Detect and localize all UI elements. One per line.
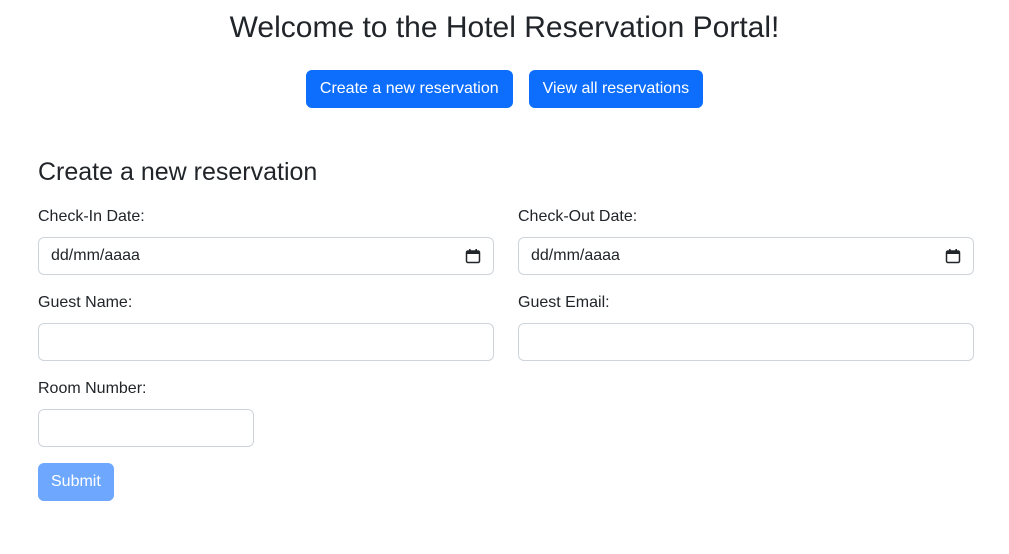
form-title: Create a new reservation — [38, 158, 318, 186]
calendar-icon[interactable] — [465, 248, 481, 264]
room-number-input[interactable] — [38, 409, 254, 447]
guest-name-label: Guest Name: — [38, 294, 133, 311]
page-title: Welcome to the Hotel Reservation Portal! — [229, 11, 780, 44]
room-number-field: Room Number: — [38, 379, 254, 447]
calendar-icon[interactable] — [945, 248, 961, 264]
view-reservations-button[interactable]: View all reservations — [528, 70, 704, 108]
check-out-value: dd/mm/aaaa — [531, 247, 620, 264]
submit-button[interactable]: Submit — [38, 463, 114, 501]
guest-email-input[interactable] — [518, 323, 974, 361]
check-in-field: Check-In Date: dd/mm/aaaa — [38, 207, 494, 275]
check-in-value: dd/mm/aaaa — [51, 247, 140, 264]
check-out-input[interactable]: dd/mm/aaaa — [518, 237, 974, 275]
check-in-input[interactable]: dd/mm/aaaa — [38, 237, 494, 275]
check-out-label: Check-Out Date: — [518, 208, 638, 225]
check-out-field: Check-Out Date: dd/mm/aaaa — [518, 207, 974, 275]
guest-name-field: Guest Name: — [38, 293, 494, 361]
check-in-label: Check-In Date: — [38, 208, 145, 225]
guest-email-field: Guest Email: — [518, 293, 974, 361]
create-reservation-button[interactable]: Create a new reservation — [305, 70, 513, 108]
page: Welcome to the Hotel Reservation Portal!… — [0, 0, 1009, 554]
top-actions: Create a new reservation View all reserv… — [0, 70, 1009, 108]
room-number-label: Room Number: — [38, 380, 147, 397]
guest-email-label: Guest Email: — [518, 294, 610, 311]
guest-name-input[interactable] — [38, 323, 494, 361]
